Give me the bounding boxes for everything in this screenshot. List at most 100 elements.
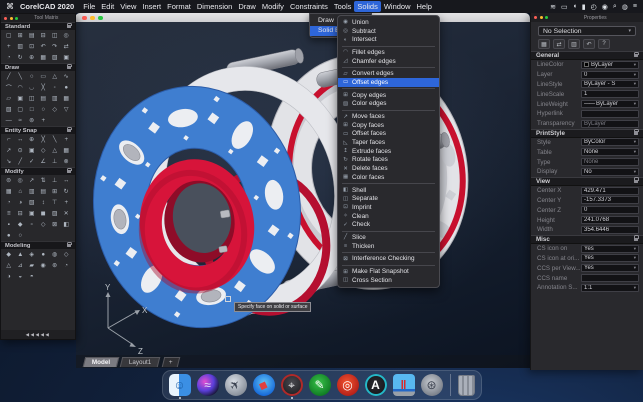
menu-item-make-flat-snapshot[interactable]: ⊞ Make Flat Snapshot	[338, 267, 439, 276]
tool-icon[interactable]: ▰	[26, 260, 38, 271]
dock-item-pencil-app[interactable]: ✎	[308, 374, 331, 396]
tool-icon[interactable]: ⇅	[38, 175, 50, 186]
zoom-button[interactable]	[545, 16, 548, 19]
property-section-misc[interactable]: Misc	[531, 234, 643, 244]
property-value-ccs-name[interactable]	[581, 274, 639, 283]
tool-icon[interactable]: ⊛	[49, 260, 61, 271]
tool-icon[interactable]: ◇	[61, 249, 73, 260]
search-icon[interactable]: ⌕	[613, 3, 617, 11]
tool-icon[interactable]: ↗	[3, 145, 15, 156]
menu-item-intersect[interactable]: ◐ Intersect	[338, 35, 439, 44]
tool-icon[interactable]: ○	[26, 71, 38, 82]
menu-item-rotate-faces[interactable]: ↻ Rotate faces	[338, 156, 439, 165]
tool-icon[interactable]: ▣	[26, 208, 38, 219]
menu-item-offset-faces[interactable]: ▭ Offset faces	[338, 130, 439, 139]
tool-icon[interactable]: ―	[3, 115, 15, 126]
tool-icon[interactable]: ⊥	[49, 156, 61, 167]
tool-icon[interactable]: ◇	[38, 145, 50, 156]
tool-icon[interactable]: ⊙	[15, 145, 27, 156]
menu-tools[interactable]: Tools	[331, 1, 355, 12]
user-icon[interactable]: ◉	[602, 3, 608, 11]
tool-icon[interactable]: ▭	[38, 71, 50, 82]
menu-dimension[interactable]: Dimension	[194, 1, 235, 12]
drawing-viewport[interactable]: Y X Z Specify face on solid or surface M…	[76, 22, 530, 368]
menu-format[interactable]: Format	[164, 1, 194, 12]
menu-item-extrude-faces[interactable]: ↥ Extrude faces	[338, 147, 439, 156]
menu-item-check[interactable]: ✓ Check	[338, 220, 439, 229]
tool-icon[interactable]: ↻	[61, 186, 73, 197]
minimize-button[interactable]	[90, 15, 95, 20]
tool-icon[interactable]: ◔	[3, 197, 15, 208]
tool-icon[interactable]: ▣	[15, 93, 27, 104]
property-value-display[interactable]: No ▾	[581, 167, 639, 176]
tool-icon[interactable]: ◔	[61, 260, 73, 271]
menu-file[interactable]: File	[80, 1, 98, 12]
add-layout-tab[interactable]: +	[161, 357, 180, 367]
tool-icon[interactable]: ╳	[38, 134, 50, 145]
properties-titlebar[interactable]: Properties	[531, 13, 643, 22]
menu-draw[interactable]: Draw	[235, 1, 259, 12]
menu-item-copy-faces[interactable]: ⊞ Copy faces	[338, 121, 439, 130]
menu-item-slice[interactable]: ╱ Slice	[338, 233, 439, 242]
tool-icon[interactable]: ●	[3, 230, 15, 241]
menu-item-separate[interactable]: ◫ Separate	[338, 194, 439, 203]
property-section-view[interactable]: View	[531, 176, 643, 186]
tool-icon[interactable]: ⊡	[26, 41, 38, 52]
tool-icon[interactable]: ▫	[26, 219, 38, 230]
tool-icon[interactable]: ▥	[49, 93, 61, 104]
minimize-button[interactable]	[539, 16, 543, 19]
property-value-center-z[interactable]: 0	[581, 206, 639, 215]
tool-icon[interactable]: +	[3, 41, 15, 52]
menu-item-clean[interactable]: ✧ Clean	[338, 212, 439, 221]
menu-item-taper-faces[interactable]: ◺ Taper faces	[338, 138, 439, 147]
tool-icon[interactable]: ▥	[15, 41, 27, 52]
menu-list-icon[interactable]: ≡	[633, 3, 637, 10]
tool-icon[interactable]: ▤	[38, 186, 50, 197]
tool-icon[interactable]: ◔	[3, 52, 15, 63]
tool-icon[interactable]: +	[61, 197, 73, 208]
section-header-modeling[interactable]: Modeling	[1, 241, 75, 249]
tool-icon[interactable]: ◇	[38, 219, 50, 230]
menu-item-delete-faces[interactable]: ✕ Delete faces	[338, 164, 439, 173]
tool-icon[interactable]: ⊕	[26, 134, 38, 145]
property-value-linestyle[interactable]: ByLayer - S ▾	[581, 80, 639, 89]
tool-icon[interactable]: ▲	[15, 249, 27, 260]
tool-icon[interactable]: ⊤	[49, 197, 61, 208]
tool-icon[interactable]: ◦	[49, 82, 61, 93]
menu-item-move-faces[interactable]: ↗ Move faces	[338, 112, 439, 121]
tool-icon[interactable]: ⊜	[3, 175, 15, 186]
tool-icon[interactable]: ✓	[26, 156, 38, 167]
match-properties-icon[interactable]: ▦	[538, 39, 550, 49]
tool-icon[interactable]: +	[61, 134, 73, 145]
dock-item-launchpad[interactable]: ✈	[224, 374, 247, 396]
tool-icon[interactable]: ▤	[26, 30, 38, 41]
tool-icon[interactable]: ╲	[15, 71, 27, 82]
tool-icon[interactable]: ▣	[61, 52, 73, 63]
tool-icon[interactable]: ◆	[3, 249, 15, 260]
tool-icon[interactable]: ◎	[15, 175, 27, 186]
tool-icon[interactable]: ▧	[49, 52, 61, 63]
tool-icon[interactable]: ⌒	[3, 82, 15, 93]
help-icon[interactable]: ?	[598, 39, 610, 49]
tool-icon[interactable]: ◡	[26, 82, 38, 93]
property-value-transparency[interactable]: ByLayer	[581, 119, 639, 128]
tool-icon[interactable]: ╳	[38, 82, 50, 93]
tool-icon[interactable]: ╲	[49, 134, 61, 145]
tool-icon[interactable]: △	[49, 145, 61, 156]
menu-item-convert-edges[interactable]: ▱ Convert edges	[338, 69, 439, 78]
tool-icon[interactable]: ↕	[38, 197, 50, 208]
tool-icon[interactable]: ⊠	[49, 219, 61, 230]
tool-icon[interactable]: ∠	[38, 156, 50, 167]
tool-icon[interactable]: ╱	[15, 156, 27, 167]
wifi-icon[interactable]: ≋	[550, 3, 556, 11]
tool-icon[interactable]: ▦	[38, 52, 50, 63]
tool-icon[interactable]: ◧	[61, 219, 73, 230]
property-value-table[interactable]: None ▾	[581, 148, 639, 157]
property-value-style[interactable]: ByColor ▾	[581, 138, 639, 147]
tool-icon[interactable]: ▢	[15, 104, 27, 115]
dock-item-safari[interactable]: ◆	[252, 374, 275, 396]
menu-edit[interactable]: Edit	[98, 1, 117, 12]
tool-icon[interactable]: ▧	[3, 104, 15, 115]
tab-model[interactable]: Model	[82, 357, 120, 367]
property-value-type[interactable]: None	[581, 158, 639, 167]
